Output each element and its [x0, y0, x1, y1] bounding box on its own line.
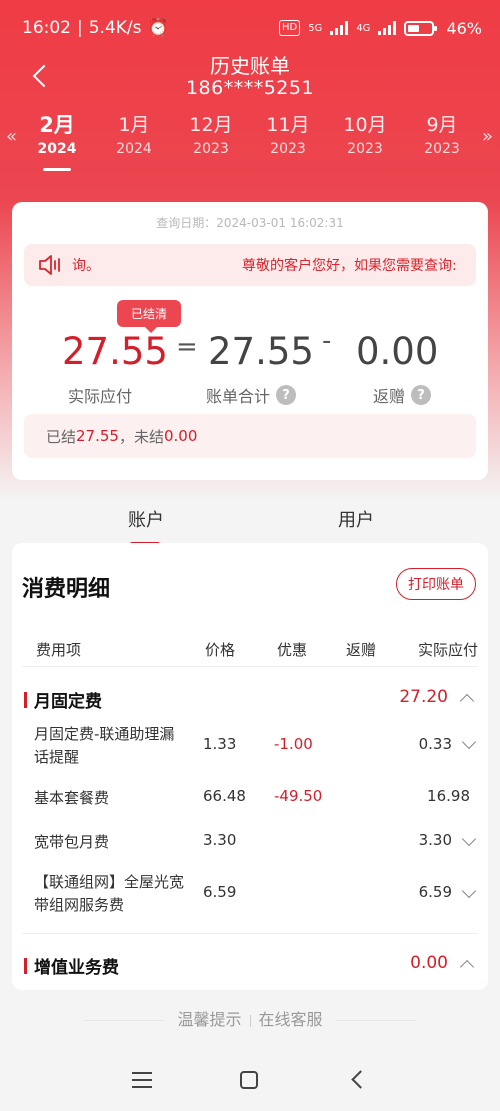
month-tab-dec-2023[interactable]: 12月 2023 [178, 112, 244, 160]
month-tabs: 2月 2024 1月 2024 12月 2023 11月 2023 10月 20… [18, 112, 482, 176]
col-item: 费用项 [36, 641, 82, 659]
page-title: 历史账单 [210, 54, 290, 78]
warm-tips-link[interactable]: 温馨提示 [177, 1010, 241, 1029]
refund-label: 返赠 ? [373, 383, 432, 407]
table-header: 费用项 价格 优惠 返赠 实际应付 [22, 639, 478, 667]
print-bill-button[interactable]: 打印账单 [396, 568, 476, 600]
status-time: 16:02 [22, 18, 71, 38]
notice-text-right: 尊敬的客户您好，如果您需要查询: [242, 258, 457, 274]
table-row: 基本套餐费 66.48 -49.50 16.98 [34, 787, 470, 807]
status-bar: 16:02 | 5.4K/s ⏰ HD 5G 4G 46% [22, 18, 482, 38]
col-actual: 实际应付 [417, 641, 478, 659]
month-tab-jan-2024[interactable]: 1月 2024 [101, 112, 167, 160]
month-tab-feb-2024[interactable]: 2月 2024 [24, 112, 90, 171]
menu-icon[interactable] [132, 1072, 152, 1088]
total-label: 账单合计 ? [206, 383, 297, 407]
total-help-icon[interactable]: ? [276, 385, 297, 405]
hd-icon: HD [278, 20, 301, 36]
detail-title: 消费明细 [22, 577, 111, 602]
section-total: 27.20 [399, 687, 448, 707]
month-tab-nov-2023[interactable]: 11月 2023 [255, 112, 321, 160]
refund-help-icon[interactable]: ? [411, 385, 432, 405]
system-nav-bar [0, 1050, 500, 1111]
total-amount: 27.55 [208, 330, 314, 373]
alarm-icon: ⏰ [147, 18, 169, 38]
signal-icon-2 [378, 21, 397, 35]
section-name: 增值业务费 [34, 958, 119, 978]
chevron-up-icon[interactable] [459, 693, 475, 709]
table-row[interactable]: 宽带包月费 3.30 3.30 [22, 831, 478, 855]
month-tab-sep-2023[interactable]: 9月 2023 [409, 112, 475, 160]
chevron-down-icon[interactable] [461, 734, 477, 750]
table-row[interactable]: 月固定费-联通助理漏话提醒 1.33 -1.00 0.33 [22, 723, 478, 771]
notice-banner[interactable]: 询。 尊敬的客户您好，如果您需要查询: [24, 244, 476, 286]
divider [22, 933, 478, 934]
online-service-link[interactable]: 在线客服 [259, 1010, 323, 1029]
section-value-added[interactable]: 增值业务费 0.00 [22, 951, 478, 981]
prev-months-icon[interactable]: « [6, 126, 17, 147]
col-price: 价格 [205, 641, 236, 659]
tab-user[interactable]: 用户 [338, 506, 374, 532]
net-4g-label: 4G [356, 22, 371, 34]
unsettled-value: 0.00 [163, 427, 198, 445]
query-date: 查询日期：2024-03-01 16:02:31 [156, 216, 344, 230]
battery-level: 46% [446, 18, 482, 38]
col-discount: 优惠 [277, 641, 308, 659]
tab-account[interactable]: 账户 [128, 506, 164, 546]
signal-icon [330, 21, 349, 35]
phone-number: 186****5251 [185, 77, 315, 99]
equals-sign: = [176, 332, 198, 362]
section-marker [24, 692, 27, 708]
next-months-icon[interactable]: » [482, 126, 493, 147]
net-5g-label: 5G [308, 22, 323, 34]
refund-amount: 0.00 [356, 330, 439, 373]
month-tab-oct-2023[interactable]: 10月 2023 [332, 112, 398, 160]
table-row[interactable]: 【联通组网】全屋光宽带组网服务费 6.59 6.59 [22, 871, 478, 919]
footer-links: 温馨提示 在线客服 [0, 1006, 500, 1030]
chevron-down-icon[interactable] [461, 883, 477, 899]
section-name: 月固定费 [34, 692, 102, 712]
section-total: 0.00 [410, 953, 448, 973]
section-marker [24, 958, 27, 974]
settlement-status: 已结 27.55 ，未结 0.00 [24, 414, 476, 458]
notice-text-left: 询。 [72, 258, 100, 274]
chevron-up-icon[interactable] [459, 959, 475, 975]
actual-label: 实际应付 [68, 387, 133, 406]
view-tabs: 账户 用户 [0, 500, 500, 546]
actual-amount: 27.55 [62, 330, 168, 373]
consumption-detail-card: 消费明细 打印账单 费用项 价格 优惠 返赠 实际应付 月固定费 27.20 月… [12, 543, 488, 990]
back-icon[interactable] [351, 1070, 370, 1089]
bill-summary-card: 查询日期：2024-03-01 16:02:31 询。 尊敬的客户您好，如果您需… [12, 202, 488, 480]
col-refund: 返赠 [346, 641, 377, 659]
home-icon[interactable] [240, 1071, 258, 1089]
minus-sign: - [322, 326, 332, 356]
chevron-down-icon[interactable] [461, 831, 477, 847]
status-badge: 已结清 [117, 300, 182, 333]
settled-value: 27.55 [76, 427, 119, 445]
network-speed: 5.4K/s [88, 18, 142, 38]
section-monthly-fixed[interactable]: 月固定费 27.20 [22, 685, 478, 715]
battery-icon [404, 20, 438, 36]
speaker-icon [38, 254, 64, 276]
